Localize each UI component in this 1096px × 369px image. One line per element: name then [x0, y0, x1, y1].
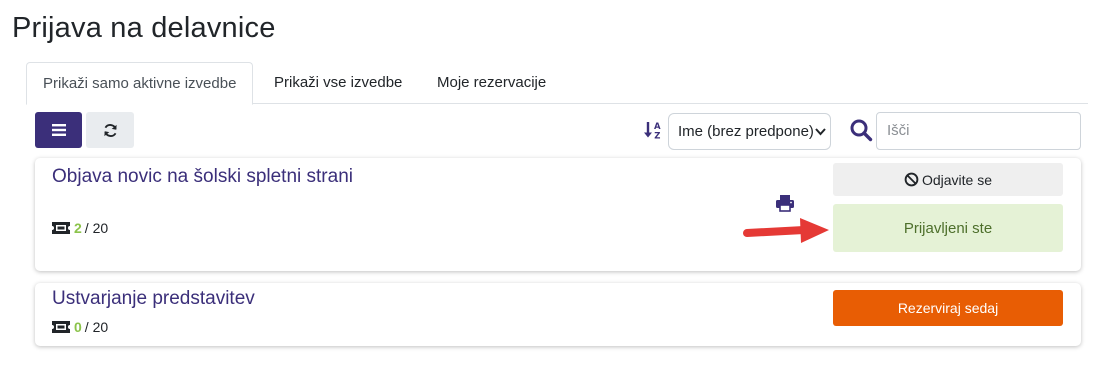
- sort-select[interactable]: Ime (brez predpone): [668, 113, 831, 150]
- ban-icon: [904, 172, 919, 187]
- tab-bar: Prikaži samo aktivne izvedbe Prikaži vse…: [26, 62, 1088, 105]
- list-icon: [51, 124, 66, 136]
- seats-taken: 2: [74, 220, 82, 236]
- refresh-icon: [103, 123, 117, 137]
- ticket-icon: [52, 222, 70, 234]
- registered-status: Prijavljeni ste: [833, 204, 1063, 252]
- workshop-card: Objava novic na šolski spletni strani 2 …: [35, 158, 1081, 271]
- cancel-registration-button[interactable]: Odjavite se: [833, 163, 1063, 196]
- reserve-button[interactable]: Rezerviraj sedaj: [833, 290, 1063, 326]
- page-title: Prijava na delavnice: [12, 12, 276, 44]
- workshop-card: Ustvarjanje predstavitev 0 / 20 Rezervir…: [35, 283, 1081, 346]
- ticket-icon: [52, 321, 70, 333]
- tab-all-performances[interactable]: Prikaži vse izvedbe: [258, 62, 418, 104]
- search-input[interactable]: Išči: [876, 112, 1081, 150]
- cancel-registration-label: Odjavite se: [921, 171, 993, 188]
- seats-taken: 0: [74, 319, 82, 335]
- workshop-title[interactable]: Objava novic na šolski spletni strani: [52, 166, 353, 188]
- chevron-down-icon: [815, 128, 826, 136]
- search-icon[interactable]: [849, 118, 873, 142]
- workshop-title[interactable]: Ustvarjanje predstavitev: [52, 288, 255, 310]
- annotation-arrow: [743, 218, 829, 243]
- svg-text:A: A: [654, 122, 661, 132]
- sort-alpha-icon[interactable]: A Z: [643, 120, 665, 142]
- print-icon[interactable]: [775, 194, 795, 212]
- menu-button[interactable]: [35, 112, 82, 148]
- sort-select-value: Ime (brez predpone): [678, 123, 814, 140]
- tab-active-performances[interactable]: Prikaži samo aktivne izvedbe: [26, 62, 254, 105]
- refresh-button[interactable]: [86, 112, 134, 148]
- seats-total: / 20: [84, 319, 109, 335]
- tab-my-reservations[interactable]: Moje rezervacije: [421, 62, 562, 104]
- seats-total: / 20: [84, 220, 109, 236]
- seats-info: 2 / 20: [52, 220, 108, 236]
- seats-info: 0 / 20: [52, 319, 108, 335]
- svg-text:Z: Z: [654, 132, 660, 141]
